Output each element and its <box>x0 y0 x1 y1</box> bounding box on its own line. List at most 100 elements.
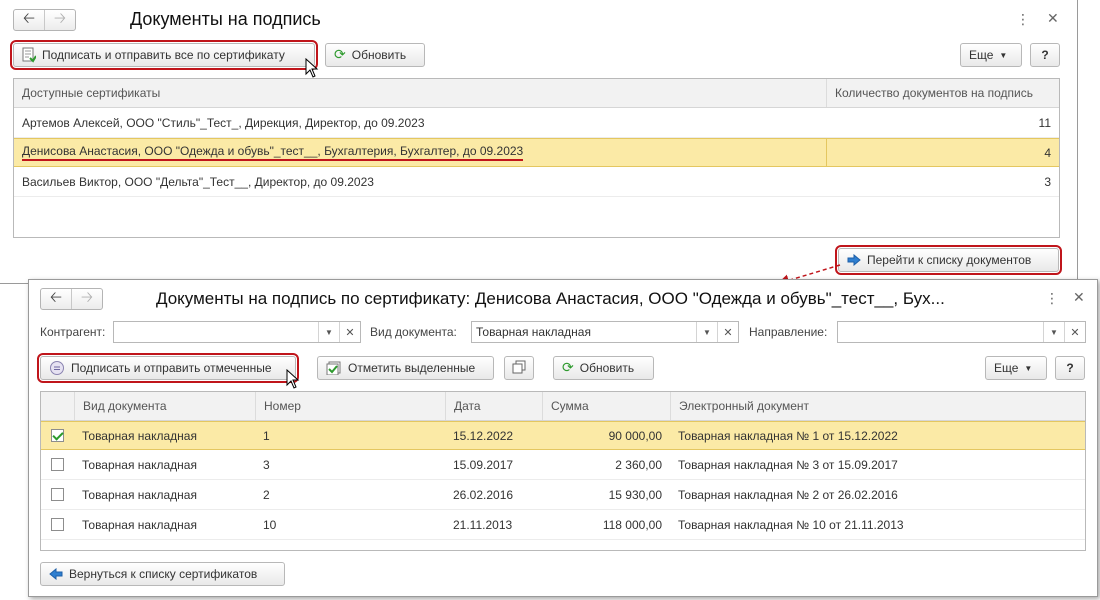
more-label: Еще <box>994 361 1019 375</box>
refresh-label: Обновить <box>351 48 407 62</box>
more-button[interactable]: Еще ▼ <box>960 43 1022 67</box>
navigation-group: 🡠 🡢 <box>13 9 76 31</box>
goto-documents-button[interactable]: Перейти к списку документов <box>835 245 1062 275</box>
table-row[interactable]: Васильев Виктор, ООО "Дельта"_Тест__, Ди… <box>14 167 1059 197</box>
close-icon[interactable]: ✕ <box>1047 11 1059 27</box>
row-checkbox-cell <box>41 480 74 509</box>
sign-document-icon <box>49 360 65 376</box>
back-button[interactable]: 🡠 <box>14 9 44 30</box>
more-button[interactable]: Еще ▼ <box>985 356 1047 380</box>
direction-field[interactable]: ▼ ✕ <box>837 321 1086 343</box>
doctype-label: Вид документа: <box>370 325 457 339</box>
help-label: ? <box>1066 361 1074 375</box>
sign-document-icon <box>22 47 36 63</box>
refresh-label: Обновить <box>579 361 635 375</box>
row-checkbox[interactable] <box>51 488 64 501</box>
contractor-field[interactable]: ▼ ✕ <box>113 321 361 343</box>
column-header[interactable]: Доступные сертификаты <box>14 79 826 107</box>
forward-button[interactable]: 🡢 <box>71 287 102 309</box>
doc-date-cell: 15.09.2017 <box>453 457 514 472</box>
doc-type-cell: Товарная накладная <box>82 517 197 532</box>
sign-all-button[interactable]: Подписать и отправить все по сертификату <box>10 40 318 70</box>
contractor-label: Контрагент: <box>40 325 106 339</box>
copy-button[interactable] <box>504 356 534 380</box>
arrow-right-icon: 🡢 <box>80 287 94 306</box>
edoc-cell: Товарная накладная № 3 от 15.09.2017 <box>678 457 898 472</box>
copy-icon <box>512 360 526 377</box>
refresh-button[interactable]: ⟳ Обновить <box>325 43 425 67</box>
count-cell: 3 <box>1044 174 1051 189</box>
refresh-button[interactable]: ⟳ Обновить <box>553 356 654 380</box>
more-vertical-icon[interactable]: ⋮ <box>1045 291 1059 307</box>
column-header[interactable]: Количество документов на подпись <box>826 79 1059 107</box>
arrow-left-icon <box>49 568 63 580</box>
clear-icon[interactable]: ✕ <box>339 322 360 342</box>
help-label: ? <box>1041 48 1049 62</box>
certificates-table[interactable]: Доступные сертификаты Количество докумен… <box>13 78 1060 238</box>
help-button[interactable]: ? <box>1030 43 1060 67</box>
row-checkbox-cell <box>41 450 74 479</box>
arrow-left-icon: 🡠 <box>49 287 63 306</box>
refresh-icon: ⟳ <box>562 360 574 376</box>
chevron-down-icon[interactable]: ▼ <box>1043 322 1064 342</box>
refresh-icon: ⟳ <box>334 47 346 63</box>
clear-icon[interactable]: ✕ <box>717 322 738 342</box>
table-row[interactable]: Товарная накладная 10 21.11.2013 118 000… <box>41 510 1085 540</box>
sign-marked-label: Подписать и отправить отмеченные <box>71 361 272 375</box>
column-header[interactable]: Сумма <box>542 392 670 420</box>
help-button[interactable]: ? <box>1055 356 1085 380</box>
checkbox-column-header <box>41 392 74 420</box>
chevron-down-icon: ▼ <box>999 50 1008 60</box>
back-button[interactable]: 🡠 <box>41 287 71 309</box>
clear-icon[interactable]: ✕ <box>1064 322 1085 342</box>
table-row-selected[interactable]: Денисова Анастасия, ООО "Одежда и обувь"… <box>14 138 1059 167</box>
doc-date-cell: 26.02.2016 <box>453 487 514 502</box>
sign-all-label: Подписать и отправить все по сертификату <box>42 48 285 62</box>
documents-table[interactable]: Вид документа Номер Дата Сумма Электронн… <box>40 391 1086 551</box>
mark-selected-label: Отметить выделенные <box>348 361 476 375</box>
chevron-down-icon: ▼ <box>1024 363 1033 373</box>
doc-date-cell: 15.12.2022 <box>453 428 514 443</box>
chevron-down-icon[interactable]: ▼ <box>318 322 339 342</box>
chevron-down-icon[interactable]: ▼ <box>696 322 717 342</box>
doc-number-cell: 3 <box>263 457 270 472</box>
doctype-field[interactable]: Товарная накладная ▼ ✕ <box>471 321 739 343</box>
edoc-cell: Товарная накладная № 2 от 26.02.2016 <box>678 487 898 502</box>
mark-selected-button[interactable]: Отметить выделенные <box>317 356 494 380</box>
row-checkbox[interactable] <box>51 429 64 442</box>
table-row-selected[interactable]: Товарная накладная 1 15.12.2022 90 000,0… <box>41 421 1085 450</box>
back-to-certificates-button[interactable]: Вернуться к списку сертификатов <box>40 562 285 586</box>
table-header: Доступные сертификаты Количество докумен… <box>14 79 1059 108</box>
more-vertical-icon[interactable]: ⋮ <box>1016 12 1030 28</box>
column-header[interactable]: Электронный документ <box>670 392 1085 420</box>
table-row[interactable]: Артемов Алексей, ООО "Стиль"_Тест_, Дире… <box>14 108 1059 138</box>
doc-sum-cell: 118 000,00 <box>602 517 662 532</box>
back-to-certificates-label: Вернуться к списку сертификатов <box>69 567 258 581</box>
close-icon[interactable]: ✕ <box>1073 290 1085 306</box>
row-checkbox[interactable] <box>51 458 64 471</box>
mouse-cursor-icon <box>305 58 319 78</box>
direction-label: Направление: <box>749 325 828 339</box>
certificate-cell: Денисова Анастасия, ООО "Одежда и обувь"… <box>14 139 826 166</box>
edoc-cell: Товарная накладная № 1 от 15.12.2022 <box>678 428 898 443</box>
edoc-cell: Товарная накладная № 10 от 21.11.2013 <box>678 517 904 532</box>
certificate-cell: Артемов Алексей, ООО "Стиль"_Тест_, Дире… <box>22 115 425 130</box>
goto-documents-label: Перейти к списку документов <box>867 253 1032 267</box>
certificate-text: Денисова Анастасия, ООО "Одежда и обувь"… <box>22 144 524 161</box>
column-header[interactable]: Вид документа <box>74 392 255 420</box>
forward-button[interactable]: 🡢 <box>44 9 75 30</box>
table-row[interactable]: Товарная накладная 3 15.09.2017 2 360,00… <box>41 450 1085 480</box>
column-header[interactable]: Номер <box>255 392 445 420</box>
more-label: Еще <box>969 48 994 62</box>
doc-type-cell: Товарная накладная <box>82 457 197 472</box>
row-checkbox[interactable] <box>51 518 64 531</box>
certificate-cell: Васильев Виктор, ООО "Дельта"_Тест__, Ди… <box>22 174 374 189</box>
certificates-window: 🡠 🡢 Документы на подпись ⋮ ✕ Подписать и… <box>0 0 1078 284</box>
doc-sum-cell: 90 000,00 <box>608 428 662 443</box>
checklist-icon <box>326 361 342 375</box>
table-row[interactable]: Товарная накладная 2 26.02.2016 15 930,0… <box>41 480 1085 510</box>
sign-marked-button[interactable]: Подписать и отправить отмеченные <box>37 353 299 383</box>
documents-window: 🡠 🡢 Документы на подпись по сертификату:… <box>28 279 1098 597</box>
doctype-value: Товарная накладная <box>476 325 591 339</box>
column-header[interactable]: Дата <box>445 392 542 420</box>
